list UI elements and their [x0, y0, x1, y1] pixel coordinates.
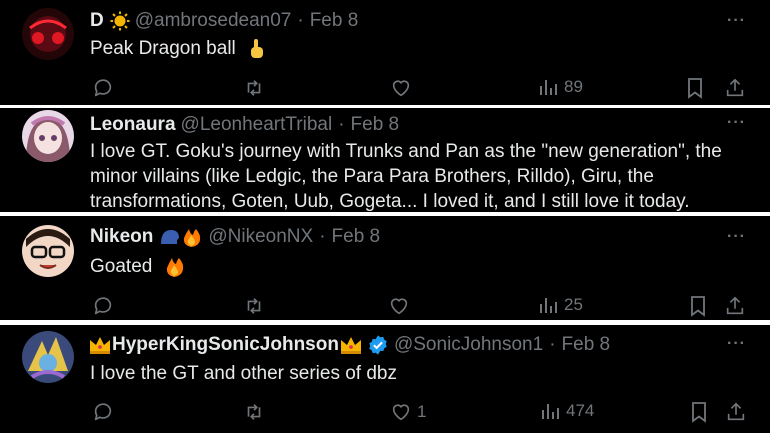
share-icon: [726, 78, 744, 97]
user-handle[interactable]: @NikeonNX: [208, 226, 313, 248]
view-count: 89: [564, 77, 583, 96]
avatar-image: [22, 331, 74, 383]
more-options-button[interactable]: ···: [727, 12, 746, 30]
reply-icon: [94, 403, 112, 421]
views-button[interactable]: 89: [538, 77, 583, 97]
fire-emoji-icon: [166, 257, 183, 277]
share-icon: [726, 296, 744, 315]
post-4[interactable]: HyperKingSonicJohnson @SonicJohnson1 · F…: [0, 325, 770, 433]
more-options-button[interactable]: ···: [727, 114, 746, 132]
views-icon: [542, 404, 559, 419]
share-button[interactable]: [724, 77, 746, 99]
avatar-image: [22, 110, 74, 162]
repost-icon: [247, 80, 261, 96]
post-text-wrap: Goated: [90, 254, 742, 279]
post-text: I love the GT and other series of dbz: [90, 363, 397, 384]
user-handle[interactable]: @ambrosedean07: [135, 10, 292, 32]
bookmark-button[interactable]: [689, 401, 709, 423]
share-button[interactable]: [724, 295, 746, 317]
heart-icon: [392, 80, 410, 97]
views-icon: [540, 80, 557, 95]
post-date[interactable]: Feb 8: [332, 226, 381, 248]
avatar[interactable]: [22, 8, 74, 60]
display-name[interactable]: HyperKingSonicJohnson: [112, 334, 339, 356]
bookmark-icon: [688, 78, 702, 99]
reply-button[interactable]: [92, 77, 114, 99]
post-date[interactable]: Feb 8: [310, 10, 359, 32]
bookmark-icon: [691, 296, 705, 317]
views-icon: [540, 298, 557, 313]
post-actions: 1 474: [88, 401, 750, 427]
more-options-button[interactable]: ···: [727, 335, 746, 353]
post-header: HyperKingSonicJohnson @SonicJohnson1 · F…: [88, 334, 610, 356]
post-text-wrap: Peak Dragon ball: [90, 36, 742, 61]
user-handle[interactable]: @SonicJohnson1: [394, 334, 543, 356]
reply-icon: [94, 79, 112, 97]
verified-badge-icon[interactable]: [367, 334, 389, 356]
repost-icon: [247, 404, 261, 420]
repost-button[interactable]: [242, 77, 266, 99]
more-options-button[interactable]: ···: [727, 228, 746, 246]
bookmark-icon: [692, 402, 706, 423]
view-count: 25: [564, 295, 583, 314]
crown-emoji-icon: [340, 337, 361, 354]
like-button[interactable]: 1: [389, 401, 426, 423]
avatar[interactable]: [22, 110, 74, 162]
post-header: D @ambrosedean07 · Feb 8: [90, 10, 358, 32]
post-date[interactable]: Feb 8: [562, 334, 611, 356]
share-icon: [727, 402, 745, 421]
repost-button[interactable]: [242, 401, 266, 423]
reply-icon: [94, 297, 112, 315]
repost-icon: [247, 298, 261, 314]
separator: ·: [338, 114, 345, 135]
bookmark-button[interactable]: [688, 295, 708, 317]
avatar[interactable]: [22, 331, 74, 383]
post-actions: 89: [88, 77, 750, 103]
separator: ·: [297, 10, 304, 31]
crown-emoji-icon: [90, 337, 110, 354]
display-name[interactable]: D: [90, 10, 104, 32]
post-date[interactable]: Feb 8: [351, 114, 400, 136]
post-1[interactable]: D @ambrosedean07 · Feb 8 ··· Peak Dragon…: [0, 0, 770, 105]
post-text: Peak Dragon ball: [90, 38, 236, 59]
share-button[interactable]: [725, 401, 747, 423]
post-header: Nikeon @NikeonNX · Feb 8: [90, 226, 380, 248]
like-button[interactable]: [389, 77, 413, 99]
post-actions: 25: [88, 295, 750, 320]
post-2[interactable]: Leonaura @LeonheartTribal · Feb 8 ··· I …: [0, 108, 770, 212]
display-name[interactable]: Leonaura: [90, 114, 176, 136]
post-header: Leonaura @LeonheartTribal · Feb 8: [90, 114, 399, 136]
like-button[interactable]: [387, 295, 411, 317]
pointing-up-emoji-icon: [251, 38, 264, 58]
repost-button[interactable]: [242, 295, 266, 317]
avatar-image: [22, 8, 74, 60]
heart-icon: [390, 298, 408, 315]
display-name[interactable]: Nikeon: [90, 226, 153, 248]
user-handle[interactable]: @LeonheartTribal: [181, 114, 333, 136]
post-3[interactable]: Nikeon @NikeonNX · Feb 8 ··· Goated 25: [0, 216, 770, 320]
reply-button[interactable]: [92, 295, 114, 317]
avatar[interactable]: [22, 225, 74, 277]
reply-button[interactable]: [92, 401, 114, 423]
heart-icon: [392, 404, 410, 421]
speaking-head-fire-emoji-icon: [161, 229, 201, 247]
post-text: I love GT. Goku's journey with Trunks an…: [90, 141, 722, 212]
view-count: 474: [566, 401, 595, 420]
separator: ·: [319, 226, 326, 247]
separator: ·: [549, 334, 556, 355]
like-count: 1: [417, 402, 427, 421]
sun-emoji-icon: [110, 11, 130, 31]
bookmark-button[interactable]: [685, 77, 705, 99]
views-button[interactable]: 25: [538, 295, 583, 315]
avatar-image: [22, 225, 74, 277]
views-button[interactable]: 474: [540, 401, 594, 421]
post-text: Goated: [90, 256, 153, 277]
